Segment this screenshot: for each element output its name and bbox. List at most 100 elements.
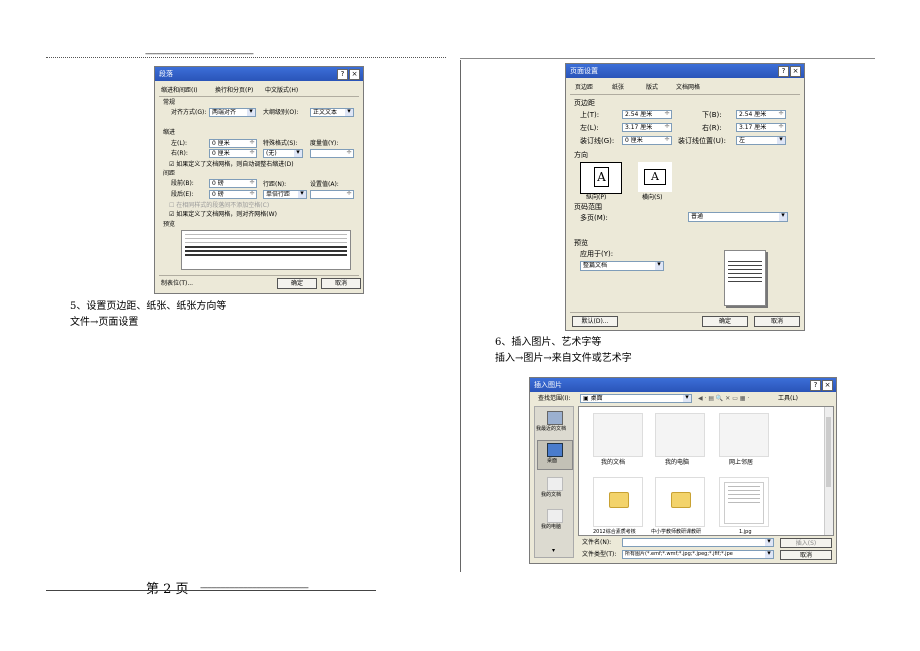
landscape-button[interactable]: A	[638, 162, 672, 192]
bottom-margin-label: 下(B):	[702, 111, 722, 119]
tab-paper[interactable]: 纸张	[612, 84, 624, 92]
file-item-my-computer[interactable]: 我的电脑	[665, 459, 689, 466]
page-setup-title-bar: 页面设置 ? ×	[566, 64, 804, 78]
ok-button[interactable]: 确定	[277, 278, 317, 289]
insert-picture-title: 插入图片	[534, 381, 562, 389]
group-indent: 缩进	[163, 129, 176, 136]
file-list[interactable]: 我的文档 我的电脑 网上邻居 2012综合素质考核 中小学教师教研课教研 1.j…	[578, 406, 834, 536]
scroll-thumb[interactable]	[826, 417, 831, 487]
filename-input[interactable]	[622, 538, 774, 547]
insert-button[interactable]: 插入(S)	[780, 538, 832, 548]
look-in-select[interactable]: ▣ 桌面	[580, 394, 692, 403]
group-general: 常规	[163, 99, 176, 106]
right-caption-2: 插入→图片→来自文件或艺术字	[495, 353, 632, 364]
my-computer-item-icon[interactable]	[655, 413, 705, 457]
line-spacing-select[interactable]: 单倍行距	[263, 190, 307, 199]
setting-input[interactable]	[310, 190, 354, 199]
close-icon[interactable]: ×	[790, 66, 801, 77]
gutter-label: 装订线(G):	[580, 137, 615, 145]
network-item-icon[interactable]	[719, 413, 769, 457]
left-margin-label: 左(L):	[580, 124, 599, 132]
look-in-value: 桌面	[590, 395, 603, 402]
gutter-input[interactable]: 0 厘米	[622, 136, 672, 145]
indent-left-input[interactable]: 0 厘米	[209, 139, 257, 148]
my-computer-icon	[547, 509, 563, 523]
multiple-pages-label: 多页(M):	[580, 214, 608, 222]
outline-select[interactable]: 正文文本	[310, 108, 354, 117]
filetype-select[interactable]: 所有图片(*.emf;*.wmf;*.jpg;*.jpeg;*.jfif;*.j…	[622, 550, 774, 559]
close-icon[interactable]: ×	[349, 69, 360, 80]
file-item-folder-2[interactable]: 中小学教师教研课教研	[651, 529, 701, 535]
bottom-margin-input[interactable]: 2.54 厘米	[736, 110, 786, 119]
gutter-pos-select[interactable]: 左	[736, 136, 786, 145]
tab-line-page[interactable]: 换行和分页(P)	[215, 87, 253, 95]
align-select[interactable]: 两端对齐	[209, 108, 256, 117]
folder-tile-1[interactable]	[593, 477, 643, 527]
cancel-button[interactable]: 取消	[754, 316, 800, 327]
after-label: 段后(E):	[171, 191, 194, 198]
place-recent[interactable]: 我最近的文档	[536, 426, 566, 433]
tab-chinese-layout[interactable]: 中文版式(H)	[265, 87, 298, 95]
help-icon[interactable]: ?	[810, 380, 821, 391]
place-desktop[interactable]: 桌面	[547, 458, 557, 465]
measure-input[interactable]	[310, 149, 354, 158]
multiple-pages-select[interactable]: 普通	[688, 212, 788, 222]
page-setup-dialog: 页面设置 ? × 页边距 纸张 版式 文档网格 页边距 上(T): 2.54 厘米…	[565, 63, 805, 331]
tools-menu[interactable]: 工具(L)	[778, 395, 798, 402]
default-button[interactable]: 默认(D)...	[572, 316, 618, 327]
before-label: 段前(B):	[171, 180, 194, 187]
file-list-scrollbar[interactable]	[824, 407, 833, 535]
apply-to-select[interactable]: 整篇文档	[580, 261, 664, 271]
indent-left-label: 左(L):	[171, 140, 188, 147]
page-preview	[724, 250, 766, 306]
special-label: 特殊格式(S):	[263, 140, 298, 147]
measure-label: 度量值(Y):	[310, 140, 339, 147]
cancel-button[interactable]: 取消	[321, 278, 361, 289]
places-scroll-icon[interactable]: ▾	[552, 547, 555, 554]
close-icon[interactable]: ×	[822, 380, 833, 391]
left-margin-input[interactable]: 3.17 厘米	[622, 123, 672, 132]
image-thumbnail[interactable]	[719, 477, 769, 527]
auto-indent-checkbox[interactable]: ☑ 如果定义了文档网格，则自动调整右缩进(D)	[169, 161, 294, 168]
folder-tile-2[interactable]	[655, 477, 705, 527]
place-my-docs[interactable]: 我的文档	[541, 492, 561, 499]
indent-right-label: 右(R):	[171, 150, 188, 157]
nav-toolbar-icons[interactable]: ◀ · ▤ 🔍 ✕ ▭ ▦ ·	[698, 395, 749, 402]
setting-label: 设置值(A):	[310, 181, 339, 188]
cancel-button[interactable]: 取消	[780, 550, 832, 560]
tab-margins[interactable]: 页边距	[575, 84, 593, 92]
file-item-jpg[interactable]: 1.jpg	[739, 529, 752, 535]
paragraph-dialog: 段落 ? × 缩进和间距(I) 换行和分页(P) 中文版式(H) 常规 对齐方式(…	[154, 66, 364, 294]
tab-doc-grid[interactable]: 文档网格	[676, 84, 700, 92]
paragraph-preview	[181, 230, 351, 270]
top-margin-input[interactable]: 2.54 厘米	[622, 110, 672, 119]
before-input[interactable]: 0 磅	[209, 179, 257, 188]
after-input[interactable]: 0 磅	[209, 190, 257, 199]
help-icon[interactable]: ?	[778, 66, 789, 77]
group-margins: 页边距	[574, 99, 595, 107]
right-margin-label: 右(R):	[702, 124, 722, 132]
special-select[interactable]: (无)	[263, 149, 303, 158]
same-style-checkbox[interactable]: ☐ 在相同样式的段落间不添加空格(C)	[169, 202, 269, 209]
my-docs-item-icon[interactable]	[593, 413, 643, 457]
align-label: 对齐方式(G):	[171, 109, 207, 116]
portrait-button[interactable]: A	[580, 162, 622, 194]
file-item-my-docs[interactable]: 我的文档	[601, 459, 625, 466]
file-item-network[interactable]: 网上邻居	[729, 459, 753, 466]
tab-indent-spacing[interactable]: 缩进和间距(I)	[161, 87, 197, 95]
indent-right-input[interactable]: 0 厘米	[209, 149, 257, 158]
outline-label: 大纲级别(O):	[263, 109, 299, 116]
help-icon[interactable]: ?	[337, 69, 348, 80]
place-my-computer[interactable]: 我的电脑	[541, 524, 561, 531]
right-margin-input[interactable]: 3.17 厘米	[736, 123, 786, 132]
tabs-button[interactable]: 制表位(T)...	[161, 280, 193, 287]
footer-rule	[46, 590, 376, 591]
line-spacing-label: 行距(N):	[263, 181, 287, 188]
group-pages: 页码范围	[574, 203, 602, 211]
file-item-folder-1[interactable]: 2012综合素质考核	[593, 529, 636, 535]
ok-button[interactable]: 确定	[702, 316, 748, 327]
snap-grid-checkbox[interactable]: ☑ 如果定义了文档网格，则对齐网格(W)	[169, 211, 277, 218]
places-bar: 我最近的文档 桌面 我的文档 我的电脑 ▾	[534, 406, 574, 558]
tab-layout[interactable]: 版式	[646, 84, 658, 92]
page-setup-title: 页面设置	[570, 67, 598, 75]
